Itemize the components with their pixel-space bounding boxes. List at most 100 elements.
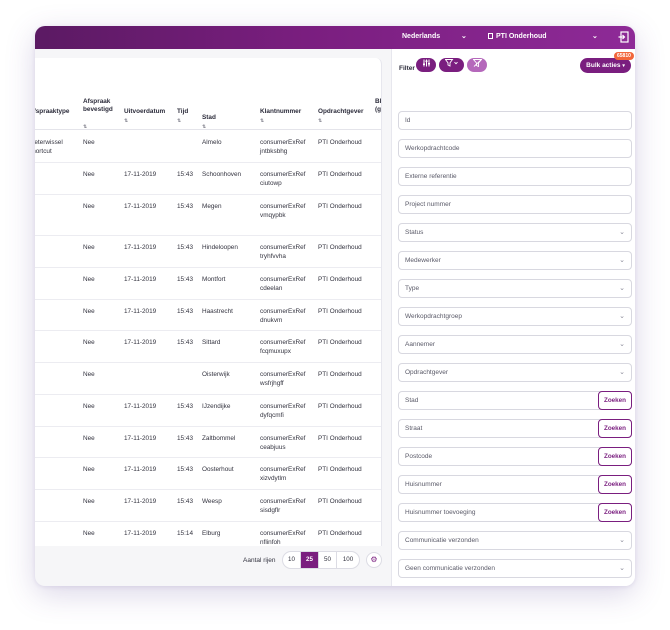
- page-size-option-25[interactable]: 25: [301, 552, 319, 568]
- filter-field-project-nummer[interactable]: Project nummer: [398, 195, 632, 214]
- filter-field-opdrachtgever[interactable]: Opdrachtgever ⌄: [398, 363, 632, 382]
- sort-icon[interactable]: ⇅: [83, 124, 87, 130]
- page-size-option-10[interactable]: 10: [283, 552, 301, 568]
- page-size-option-100[interactable]: 100: [337, 552, 359, 568]
- chevron-down-icon[interactable]: ⌄: [461, 32, 467, 40]
- cell-customer: consumerExRef dnukvm: [260, 308, 306, 324]
- column-header-customer-number[interactable]: Klantnummer: [260, 108, 301, 116]
- table-row[interactable]: Nee 17-11-2019 15:14 Elburg consumerExRef nf…: [35, 522, 381, 546]
- filter-field-placeholder: Geen communicatie verzonden: [405, 565, 495, 572]
- chevron-down-icon[interactable]: ⌄: [619, 560, 625, 577]
- chevron-down-icon[interactable]: ⌄: [619, 532, 625, 549]
- cell-customer: consumerExRef dyfqcmfi: [260, 403, 306, 419]
- filter-field-placeholder: Externe referentie: [405, 173, 457, 180]
- filter-field-id[interactable]: Id: [398, 111, 632, 130]
- column-header-time[interactable]: Tijd: [177, 108, 188, 116]
- column-header-appointment-type[interactable]: Afspraaktype: [35, 108, 70, 116]
- cell-city: IJzendijke: [202, 403, 231, 410]
- sort-icon[interactable]: ⇅: [318, 118, 322, 124]
- column-header-city[interactable]: Stad: [202, 114, 216, 122]
- chevron-down-icon[interactable]: ⌄: [619, 364, 625, 381]
- chevron-down-icon[interactable]: ⌄: [619, 252, 625, 269]
- filter-field-placeholder: Werkopdrachtcode: [405, 145, 460, 152]
- cell-date: 17-11-2019: [124, 339, 157, 346]
- language-select[interactable]: Nederlands: [402, 33, 440, 40]
- filter-field-medewerker[interactable]: Medewerker ⌄: [398, 251, 632, 270]
- table-row[interactable]: Nee Oisterwijk consumerExRef wsfrjhgff PTI …: [35, 363, 381, 395]
- table-row[interactable]: Nee 17-11-2019 15:43 Weesp consumerExRef sis…: [35, 490, 381, 522]
- gear-icon[interactable]: ⚙: [366, 552, 382, 568]
- chevron-down-icon[interactable]: ⌄: [619, 280, 625, 297]
- table-row[interactable]: Nee 17-11-2019 15:43 Oosterhout consumerExRe…: [35, 458, 381, 490]
- cell-client: PTI Onderhoud: [318, 203, 362, 210]
- cell-client: PTI Onderhoud: [318, 244, 362, 251]
- cell-client: PTI Onderhoud: [318, 435, 362, 442]
- saved-filters-button[interactable]: [439, 58, 464, 72]
- filter-field-placeholder: Huisnummer: [405, 481, 442, 488]
- table-row[interactable]: Nee 17-11-2019 15:43 Megen consumerExRef vmq…: [35, 195, 381, 236]
- chevron-down-icon[interactable]: ⌄: [592, 32, 598, 40]
- table-row[interactable]: Nee 17-11-2019 15:43 Hindeloopen consumerExR…: [35, 236, 381, 268]
- sort-icon[interactable]: ⇅: [177, 118, 181, 124]
- search-button[interactable]: Zoeken: [598, 419, 632, 438]
- cell-date: 17-11-2019: [124, 171, 157, 178]
- filter-field-placeholder: Medewerker: [405, 257, 441, 264]
- filter-field-huisnummer[interactable]: Huisnummer Zoeken: [398, 475, 632, 494]
- table-row[interactable]: Meterwissel shortcut Nee Almelo consumerExR…: [35, 131, 381, 163]
- filter-field-werkopdrachtcode[interactable]: Werkopdrachtcode: [398, 139, 632, 158]
- filter-field-type[interactable]: Type ⌄: [398, 279, 632, 298]
- chevron-down-icon[interactable]: ⌄: [619, 336, 625, 353]
- bulk-actions-button[interactable]: Bulk acties ▾: [580, 58, 631, 73]
- filter-field-communicatie-verzonden[interactable]: Communicatie verzonden ⌄: [398, 531, 632, 550]
- cell-confirmed: Nee: [83, 498, 95, 505]
- cell-client: PTI Onderhoud: [318, 308, 362, 315]
- chevron-down-icon[interactable]: ⌄: [619, 224, 625, 241]
- filter-field-externe-referentie[interactable]: Externe referentie: [398, 167, 632, 186]
- cell-customer: consumerExRef xizvdytlm: [260, 466, 306, 482]
- filter-field-werkopdrachtgroep[interactable]: Werkopdrachtgroep ⌄: [398, 307, 632, 326]
- sort-icon[interactable]: ⇅: [260, 118, 264, 124]
- cell-customer: consumerExRef fcqmuxupx: [260, 339, 306, 355]
- filter-field-geen-communicatie-verzonden[interactable]: Geen communicatie verzonden ⌄: [398, 559, 632, 578]
- cell-date: 17-11-2019: [124, 308, 157, 315]
- organisation-select[interactable]: PTI Onderhoud: [488, 33, 547, 40]
- chevron-down-icon[interactable]: ⌄: [619, 308, 625, 325]
- sliders-icon: [422, 59, 430, 67]
- table-row[interactable]: Nee 17-11-2019 15:43 Haastrecht consumerExRe…: [35, 300, 381, 331]
- table-row[interactable]: Nee 17-11-2019 15:43 Montfort consumerExRef …: [35, 268, 381, 300]
- sort-icon[interactable]: ⇅: [202, 124, 206, 130]
- column-header-client[interactable]: Opdrachtgever: [318, 108, 363, 116]
- cell-date: 17-11-2019: [124, 498, 157, 505]
- search-button[interactable]: Zoeken: [598, 447, 632, 466]
- cell-city: Montfort: [202, 276, 226, 283]
- cell-confirmed: Nee: [83, 466, 95, 473]
- column-header-truncated[interactable]: Bl (g: [375, 98, 381, 114]
- sort-icon[interactable]: ⇅: [124, 118, 128, 124]
- table-row[interactable]: Nee 17-11-2019 15:43 Sittard consumerExRef f…: [35, 331, 381, 363]
- filter-field-huisnummer-toevoeging[interactable]: Huisnummer toevoeging Zoeken: [398, 503, 632, 522]
- cell-confirmed: Nee: [83, 530, 95, 537]
- search-button[interactable]: Zoeken: [598, 503, 632, 522]
- page-size-option-50[interactable]: 50: [319, 552, 337, 568]
- filter-field-stad[interactable]: Stad Zoeken: [398, 391, 632, 410]
- search-button[interactable]: Zoeken: [598, 475, 632, 494]
- cell-date: 17-11-2019: [124, 244, 157, 251]
- clear-filter-button[interactable]: [467, 58, 487, 72]
- logout-icon[interactable]: [618, 31, 629, 43]
- table-row[interactable]: Nee 17-11-2019 15:43 Schoonhoven consumerExR…: [35, 163, 381, 195]
- filter-field-straat[interactable]: Straat Zoeken: [398, 419, 632, 438]
- filter-label: Filter: [399, 65, 415, 72]
- column-header-execution-date[interactable]: Uitvoerdatum: [124, 108, 165, 116]
- filter-field-aannemer[interactable]: Aannemer ⌄: [398, 335, 632, 354]
- filter-field-postcode[interactable]: Postcode Zoeken: [398, 447, 632, 466]
- rows-per-page-selector: 10 25 50 100: [282, 551, 360, 569]
- filter-sliders-button[interactable]: [416, 58, 436, 72]
- cell-city: Almelo: [202, 139, 222, 146]
- table-row[interactable]: Nee 17-11-2019 15:43 Zaltbommel consumerExRe…: [35, 427, 381, 458]
- column-header-appointment-confirmed[interactable]: Afspraak bevestigd: [83, 98, 123, 114]
- building-icon: [488, 33, 493, 39]
- table-row[interactable]: Nee 17-11-2019 15:43 IJzendijke consumerExRe…: [35, 395, 381, 427]
- filter-field-status[interactable]: Status ⌄: [398, 223, 632, 242]
- cell-client: PTI Onderhoud: [318, 276, 362, 283]
- search-button[interactable]: Zoeken: [598, 391, 632, 410]
